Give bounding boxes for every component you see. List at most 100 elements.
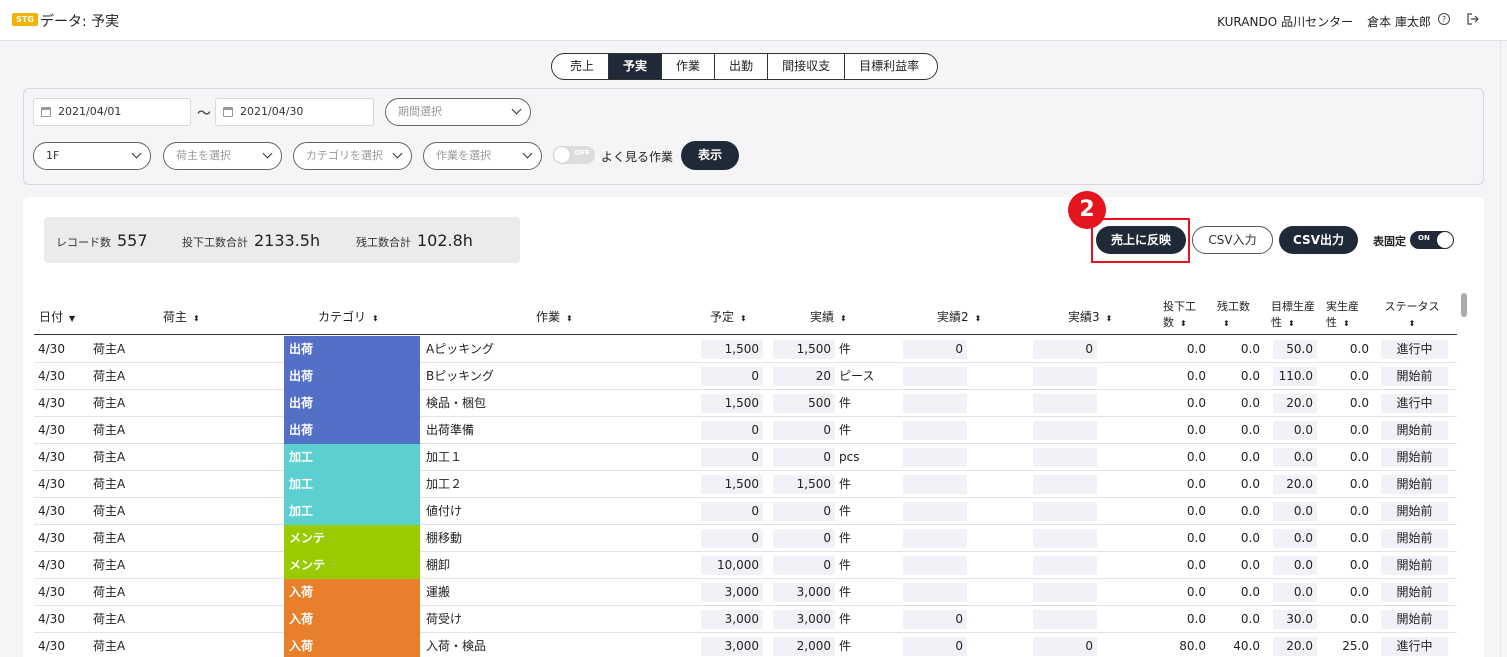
vertical-scrollbar[interactable] — [1461, 293, 1467, 317]
cell-actual3[interactable] — [1033, 448, 1097, 467]
tab-1[interactable]: 予実 — [608, 54, 662, 79]
cell-status[interactable]: 進行中 — [1381, 637, 1448, 656]
cell-status[interactable]: 開始前 — [1381, 367, 1448, 386]
col-header-shipper[interactable]: 荷主 ⬍ — [163, 308, 200, 325]
cell-actual[interactable]: 2,000 — [773, 637, 835, 656]
cell-planned[interactable]: 1,500 — [701, 394, 763, 413]
cell-actual3[interactable] — [1033, 610, 1097, 629]
cell-target-productivity[interactable]: 0.0 — [1273, 448, 1317, 467]
table-row[interactable]: 4/30 荷主A 加工 加工２ 1,500 1,500 件 0.0 0.0 20.0 0.0 開始前 — [34, 471, 1457, 498]
cell-target-productivity[interactable]: 110.0 — [1273, 367, 1317, 386]
cell-actual[interactable]: 0 — [773, 529, 835, 548]
col-header-actual[interactable]: 実績 ⬍ — [810, 308, 847, 325]
cell-target-productivity[interactable]: 0.0 — [1273, 529, 1317, 548]
cell-actual2[interactable] — [903, 583, 967, 602]
table-row[interactable]: 4/30 荷主A 出荷 出荷準備 0 0 件 0.0 0.0 0.0 0.0 開始前 — [34, 417, 1457, 444]
cell-actual3[interactable] — [1033, 421, 1097, 440]
csv-export-button[interactable]: CSV出力 — [1279, 226, 1358, 254]
cell-planned[interactable]: 3,000 — [701, 637, 763, 656]
cell-actual2[interactable]: 0 — [903, 610, 967, 629]
user-name[interactable]: 倉本 庫太郎 — [1367, 15, 1431, 29]
floor-select[interactable]: 1F — [33, 142, 151, 170]
date-from-input[interactable]: 2021/04/01 — [33, 98, 191, 126]
tab-5[interactable]: 目標利益率 — [844, 54, 937, 79]
cell-status[interactable]: 開始前 — [1381, 421, 1448, 440]
category-select[interactable]: カテゴリを選択 — [293, 142, 412, 170]
cell-actual[interactable]: 20 — [773, 367, 835, 386]
tab-2[interactable]: 作業 — [661, 54, 714, 79]
cell-planned[interactable]: 0 — [701, 529, 763, 548]
period-select[interactable]: 期間選択 — [385, 98, 531, 126]
cell-actual[interactable]: 1,500 — [773, 340, 835, 359]
cell-actual3[interactable] — [1033, 529, 1097, 548]
reflect-sales-button[interactable]: 売上に反映 — [1096, 226, 1186, 254]
tab-0[interactable]: 売上 — [552, 54, 608, 79]
cell-planned[interactable]: 0 — [701, 448, 763, 467]
cell-actual[interactable]: 1,500 — [773, 475, 835, 494]
table-row[interactable]: 4/30 荷主A メンテ 棚卸 10,000 0 件 0.0 0.0 0.0 0.0 開始前 — [34, 552, 1457, 579]
cell-actual2[interactable] — [903, 502, 967, 521]
cell-actual2[interactable] — [903, 367, 967, 386]
cell-status[interactable]: 開始前 — [1381, 556, 1448, 575]
col-header-actual2[interactable]: 実績2 ⬍ — [937, 308, 981, 325]
table-row[interactable]: 4/30 荷主A 加工 加工１ 0 0 pcs 0.0 0.0 0.0 0.0 開始前 — [34, 444, 1457, 471]
col-header-overtime[interactable]: 残工数⬍ — [1217, 299, 1255, 332]
cell-planned[interactable]: 1,500 — [701, 475, 763, 494]
cell-target-productivity[interactable]: 30.0 — [1273, 610, 1317, 629]
table-row[interactable]: 4/30 荷主A 出荷 Bピッキング 0 20 ピース 0.0 0.0 110.0 0.0 開始前 — [34, 363, 1457, 390]
logout-icon[interactable] — [1466, 12, 1480, 26]
cell-actual[interactable]: 0 — [773, 448, 835, 467]
tab-3[interactable]: 出勤 — [714, 54, 767, 79]
cell-target-productivity[interactable]: 20.0 — [1273, 637, 1317, 656]
col-header-input-hours[interactable]: 投下工数 ⬍ — [1163, 299, 1197, 332]
csv-import-button[interactable]: CSV入力 — [1192, 226, 1273, 254]
cell-target-productivity[interactable]: 0.0 — [1273, 556, 1317, 575]
cell-actual3[interactable] — [1033, 583, 1097, 602]
tab-4[interactable]: 間接収支 — [767, 54, 844, 79]
cell-actual3[interactable] — [1033, 394, 1097, 413]
cell-actual2[interactable] — [903, 475, 967, 494]
cell-planned[interactable]: 3,000 — [701, 610, 763, 629]
favorite-work-toggle[interactable]: OFF — [553, 146, 595, 164]
cell-actual[interactable]: 0 — [773, 556, 835, 575]
col-header-work[interactable]: 作業 ⬍ — [536, 308, 573, 325]
cell-status[interactable]: 開始前 — [1381, 583, 1448, 602]
table-row[interactable]: 4/30 荷主A メンテ 棚移動 0 0 件 0.0 0.0 0.0 0.0 開始前 — [34, 525, 1457, 552]
cell-actual2[interactable] — [903, 394, 967, 413]
cell-status[interactable]: 進行中 — [1381, 394, 1448, 413]
col-header-date[interactable]: 日付 ▼ — [39, 308, 75, 325]
shipper-select[interactable]: 荷主を選択 — [163, 142, 282, 170]
show-button[interactable]: 表示 — [681, 141, 739, 170]
cell-status[interactable]: 開始前 — [1381, 610, 1448, 629]
work-select[interactable]: 作業を選択 — [423, 142, 542, 170]
cell-target-productivity[interactable]: 0.0 — [1273, 502, 1317, 521]
cell-actual3[interactable] — [1033, 367, 1097, 386]
col-header-category[interactable]: カテゴリ ⬍ — [318, 308, 379, 325]
cell-actual2[interactable]: 0 — [903, 340, 967, 359]
table-row[interactable]: 4/30 荷主A 入荷 荷受け 3,000 3,000 件 0 0.0 0.0 30.0 0.0 開始前 — [34, 606, 1457, 633]
cell-status[interactable]: 開始前 — [1381, 448, 1448, 467]
cell-planned[interactable]: 0 — [701, 421, 763, 440]
col-header-status[interactable]: ステータス ⬍ — [1381, 299, 1443, 332]
help-circle-icon[interactable]: ? — [1437, 12, 1451, 26]
table-row[interactable]: 4/30 荷主A 入荷 運搬 3,000 3,000 件 0.0 0.0 0.0 0.0 開始前 — [34, 579, 1457, 606]
cell-actual3[interactable] — [1033, 475, 1097, 494]
cell-actual3[interactable] — [1033, 556, 1097, 575]
cell-target-productivity[interactable]: 20.0 — [1273, 475, 1317, 494]
cell-actual3[interactable]: 0 — [1033, 637, 1097, 656]
fixed-table-toggle[interactable]: ON — [1410, 231, 1454, 249]
cell-actual2[interactable] — [903, 556, 967, 575]
cell-actual[interactable]: 0 — [773, 502, 835, 521]
table-row[interactable]: 4/30 荷主A 加工 値付け 0 0 件 0.0 0.0 0.0 0.0 開始前 — [34, 498, 1457, 525]
date-to-input[interactable]: 2021/04/30 — [215, 98, 374, 126]
cell-actual[interactable]: 3,000 — [773, 610, 835, 629]
cell-status[interactable]: 進行中 — [1381, 340, 1448, 359]
cell-actual2[interactable] — [903, 421, 967, 440]
col-header-planned[interactable]: 予定 ⬍ — [710, 308, 747, 325]
cell-target-productivity[interactable]: 0.0 — [1273, 583, 1317, 602]
col-header-target-productivity[interactable]: 目標生産性 ⬍ — [1271, 299, 1317, 332]
cell-actual3[interactable] — [1033, 502, 1097, 521]
cell-actual3[interactable]: 0 — [1033, 340, 1097, 359]
cell-planned[interactable]: 0 — [701, 502, 763, 521]
cell-status[interactable]: 開始前 — [1381, 502, 1448, 521]
